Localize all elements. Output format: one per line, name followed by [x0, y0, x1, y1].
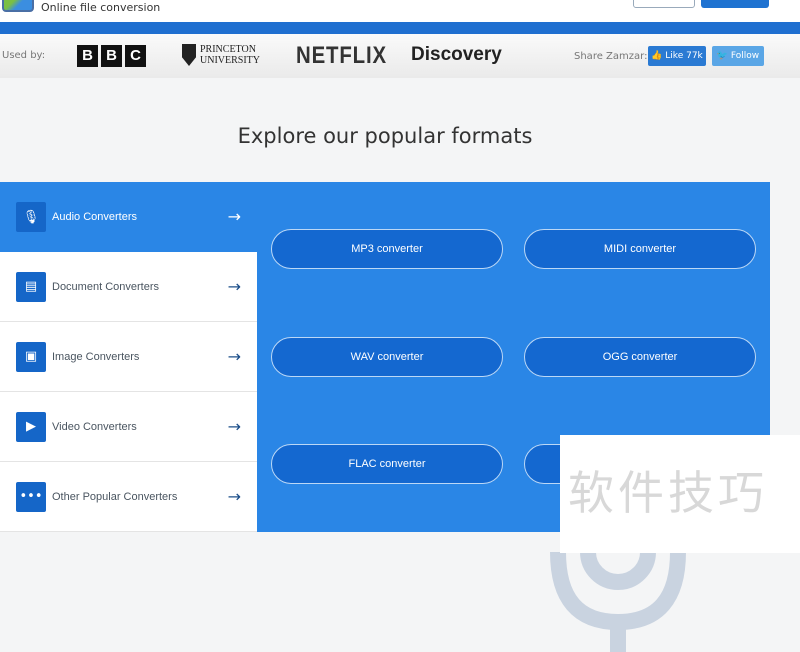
category-label: Image Converters — [52, 350, 140, 363]
more-icon: ••• — [16, 481, 46, 512]
tagline: Online file conversion — [41, 1, 161, 14]
category-image[interactable]: ▣ Image Converters → — [0, 322, 257, 392]
zamzar-logo[interactable] — [2, 0, 34, 12]
used-by-strip: Used by: BBC PRINCETON UNIVERSITY NETFLIX… — [0, 34, 800, 78]
play-icon: ▶ — [16, 411, 46, 442]
category-label: Audio Converters — [52, 211, 137, 223]
facebook-like-button[interactable]: 👍 Like 77k — [648, 46, 706, 66]
login-button[interactable] — [633, 0, 695, 8]
arrow-right-icon: → — [227, 347, 241, 366]
ogg-converter-button[interactable]: OGG converter — [524, 337, 756, 377]
signup-button[interactable] — [701, 0, 769, 8]
flac-converter-button[interactable]: FLAC converter — [271, 444, 503, 484]
category-video[interactable]: ▶ Video Converters → — [0, 392, 257, 462]
nav-bar — [0, 22, 800, 34]
image-icon: ▣ — [16, 341, 46, 372]
arrow-right-icon: → — [227, 277, 241, 296]
watermark: 软件技巧 — [560, 435, 800, 553]
share-label: Share Zamzar: — [574, 51, 648, 62]
category-list: 🎙 Audio Converters → ▤ Document Converters →… — [0, 182, 257, 532]
microphone-icon: 🎙 — [16, 202, 46, 232]
wav-converter-button[interactable]: WAV converter — [271, 337, 503, 377]
arrow-right-icon: → — [227, 207, 241, 226]
bbc-logo: BBC — [77, 45, 146, 67]
midi-converter-button[interactable]: MIDI converter — [524, 229, 756, 269]
arrow-right-icon: → — [227, 487, 241, 506]
site-header: Online file conversion — [0, 0, 800, 22]
category-label: Document Converters — [52, 280, 159, 293]
category-other[interactable]: ••• Other Popular Converters → — [0, 462, 257, 532]
twitter-follow-button[interactable]: 🐦 Follow — [712, 46, 764, 66]
shield-icon — [182, 44, 196, 66]
thumbs-up-icon: 👍 — [651, 51, 666, 61]
category-audio[interactable]: 🎙 Audio Converters → — [0, 182, 257, 252]
mp3-converter-button[interactable]: MP3 converter — [271, 229, 503, 269]
document-icon: ▤ — [16, 271, 46, 302]
section-title: Explore our popular formats — [237, 124, 533, 148]
category-label: Other Popular Converters — [52, 490, 178, 503]
category-document[interactable]: ▤ Document Converters → — [0, 252, 257, 322]
twitter-icon: 🐦 — [716, 51, 731, 61]
like-count: Like 77k — [665, 51, 703, 61]
discovery-logo: Discovery — [411, 44, 502, 65]
follow-label: Follow — [730, 51, 760, 61]
category-label: Video Converters — [52, 420, 137, 433]
netflix-logo: NETFLIX — [296, 42, 387, 69]
used-by-label: Used by: — [2, 50, 46, 61]
princeton-logo: PRINCETON UNIVERSITY — [182, 44, 260, 66]
arrow-right-icon: → — [227, 417, 241, 436]
